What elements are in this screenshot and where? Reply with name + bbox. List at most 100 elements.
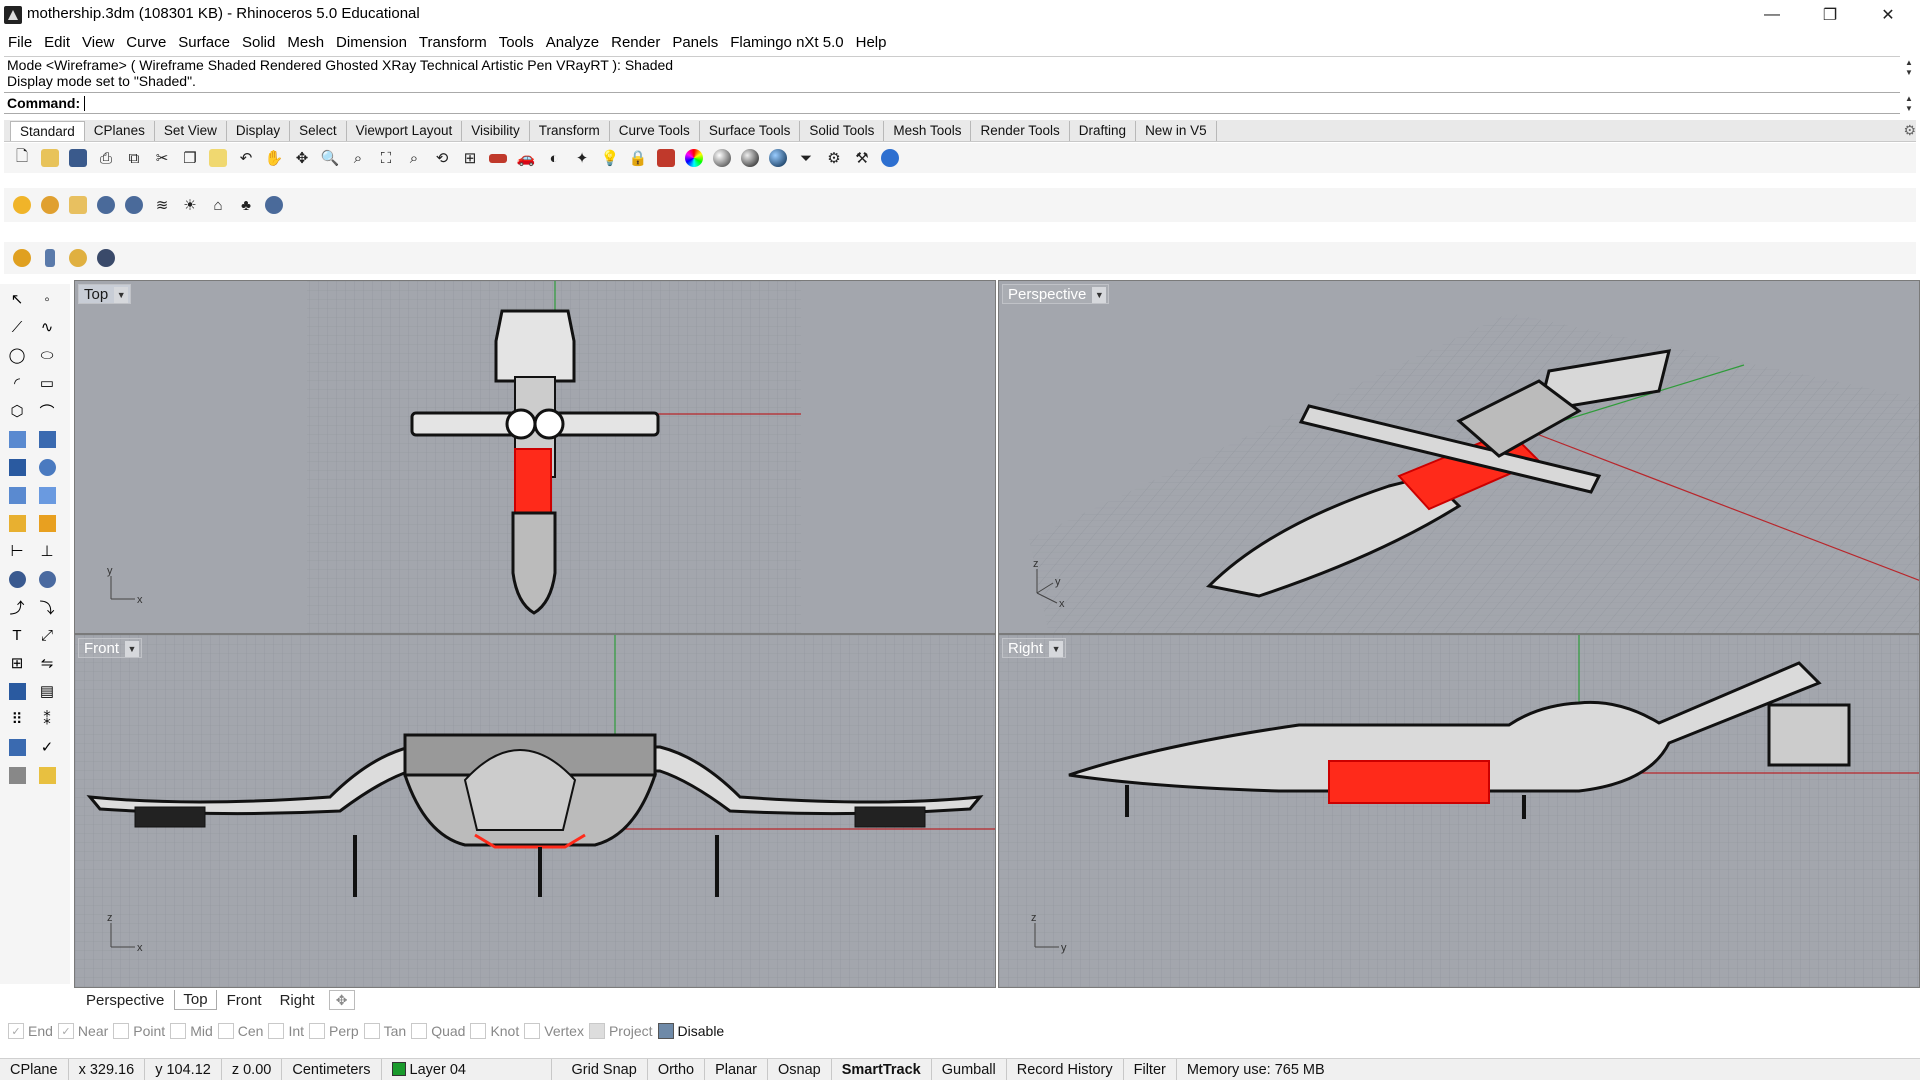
tab-cplanes[interactable]: CPlanes <box>85 121 155 141</box>
menu-dimension[interactable]: Dimension <box>331 34 414 51</box>
checkbox[interactable] <box>309 1023 326 1039</box>
tab-mesh-tools[interactable]: Mesh Tools <box>884 121 972 141</box>
material-icon[interactable] <box>654 146 678 170</box>
lamp-icon[interactable]: ⌂ <box>206 193 230 217</box>
surface-icon[interactable] <box>4 426 30 452</box>
tab-viewport-layout[interactable]: Viewport Layout <box>347 121 463 141</box>
viewport-right-label[interactable]: Right ▼ <box>1002 638 1067 658</box>
curve-icon[interactable]: ∿ <box>34 314 60 340</box>
pan-hand-icon[interactable]: ✋ <box>262 146 286 170</box>
ungroup-icon[interactable] <box>34 566 60 592</box>
status-units[interactable]: Centimeters <box>282 1058 382 1080</box>
menu-mesh[interactable]: Mesh <box>282 34 331 51</box>
chevron-down-icon[interactable]: ▼ <box>1092 287 1107 303</box>
status-cplane[interactable]: CPlane <box>0 1058 69 1080</box>
group-icon[interactable] <box>4 566 30 592</box>
chamfer-icon[interactable]: ⤵ <box>34 594 60 620</box>
explode-icon[interactable]: ⁑ <box>34 706 60 732</box>
help-icon[interactable] <box>878 146 902 170</box>
bottle-icon[interactable] <box>38 246 62 270</box>
shaded-sphere-icon[interactable] <box>710 146 734 170</box>
checkbox[interactable] <box>588 1023 605 1039</box>
osnap-perp[interactable]: Perp <box>309 1023 359 1039</box>
osnap-disable[interactable]: Disable <box>657 1023 724 1039</box>
viewport-tab-front[interactable]: Front <box>219 991 270 1010</box>
checkbox[interactable] <box>470 1023 487 1039</box>
osnap-end[interactable]: ✓ End <box>8 1023 53 1039</box>
round-br-icon[interactable] <box>94 246 118 270</box>
osnap-quad[interactable]: Quad <box>411 1023 465 1039</box>
vray-gear-icon[interactable] <box>38 193 62 217</box>
tab-new-in-v5[interactable]: New in V5 <box>1136 121 1217 141</box>
viewport-right[interactable]: y z Right ▼ <box>998 634 1920 988</box>
vray-tag-icon[interactable] <box>66 193 90 217</box>
options-icon[interactable]: ⚒ <box>850 146 874 170</box>
tab-select[interactable]: Select <box>290 121 347 141</box>
menu-edit[interactable]: Edit <box>39 34 77 51</box>
fillet-icon[interactable]: ⤴ <box>4 594 30 620</box>
select-arrow-icon[interactable]: ↖ <box>4 286 30 312</box>
render-sphere-icon[interactable] <box>738 146 762 170</box>
render-rt-icon[interactable] <box>122 193 146 217</box>
tab-display[interactable]: Display <box>227 121 291 141</box>
open-file-icon[interactable] <box>38 146 62 170</box>
checkbox[interactable] <box>113 1023 130 1039</box>
menu-transform[interactable]: Transform <box>414 34 494 51</box>
mesh-icon[interactable] <box>34 482 60 508</box>
scale-icon[interactable]: ⤢ <box>34 622 60 648</box>
checkbox[interactable] <box>363 1023 380 1039</box>
save-icon[interactable] <box>66 146 90 170</box>
close-button[interactable]: ✕ <box>1860 0 1916 30</box>
ellipse-icon[interactable]: ⬭ <box>34 342 60 368</box>
zoom-extents-icon[interactable]: ⛶ <box>374 146 398 170</box>
zoom-all-icon[interactable]: ⟲ <box>430 146 454 170</box>
hatch-icon[interactable]: ▤ <box>34 678 60 704</box>
chevron-down-icon[interactable]: ▼ <box>1049 641 1064 657</box>
point-icon[interactable]: ◦ <box>34 286 60 312</box>
checkbox[interactable] <box>411 1023 428 1039</box>
viewport-perspective-label[interactable]: Perspective ▼ <box>1002 284 1110 304</box>
material-tool-icon[interactable] <box>34 762 60 788</box>
light-bulb-icon[interactable]: 💡 <box>598 146 622 170</box>
viewport-front-label[interactable]: Front ▼ <box>78 638 143 658</box>
rotate-view-icon[interactable]: ✥ <box>290 146 314 170</box>
undo-icon[interactable]: ↶ <box>234 146 258 170</box>
layer-icon[interactable]: ◐ <box>542 146 566 170</box>
render-tool-icon[interactable] <box>4 762 30 788</box>
rectangle-icon[interactable]: ▭ <box>34 370 60 396</box>
color-wheel-icon[interactable] <box>682 146 706 170</box>
tab-set-view[interactable]: Set View <box>155 121 227 141</box>
grid-array-icon[interactable]: ⠿ <box>4 706 30 732</box>
osnap-knot[interactable]: Knot <box>470 1023 519 1039</box>
maxwell-m-icon[interactable] <box>10 193 34 217</box>
box-icon[interactable] <box>4 454 30 480</box>
help-icon[interactable] <box>262 193 286 217</box>
checkbox[interactable]: ✓ <box>57 1023 74 1039</box>
viewport-front[interactable]: x z Front ▼ <box>74 634 996 988</box>
osnap-vertex[interactable]: Vertex <box>524 1023 584 1039</box>
menu-file[interactable]: File <box>3 34 39 51</box>
cut-icon[interactable]: ✂ <box>150 146 174 170</box>
blue-sphere-icon[interactable] <box>766 146 790 170</box>
tab-standard[interactable]: Standard <box>10 121 85 141</box>
menu-tools[interactable]: Tools <box>494 34 541 51</box>
spotlight-icon[interactable] <box>34 510 60 536</box>
object-snap-icon[interactable]: ✦ <box>570 146 594 170</box>
round-m-icon[interactable] <box>66 246 90 270</box>
menu-solid[interactable]: Solid <box>237 34 282 51</box>
toggle-planar[interactable]: Planar <box>705 1058 768 1080</box>
surface-edge-icon[interactable] <box>34 426 60 452</box>
zoom-in-icon[interactable]: 🔍 <box>318 146 342 170</box>
render-r-icon[interactable] <box>94 193 118 217</box>
menu-view[interactable]: View <box>77 34 121 51</box>
tab-visibility[interactable]: Visibility <box>462 121 530 141</box>
chevron-down-icon[interactable]: ▼ <box>125 641 140 657</box>
toggle-smarttrack[interactable]: SmartTrack <box>832 1058 932 1080</box>
chevron-down-icon[interactable]: ▼ <box>114 287 129 303</box>
four-viewports-icon[interactable]: ⊞ <box>458 146 482 170</box>
viewport-top-label[interactable]: Top ▼ <box>78 284 132 304</box>
light-icon[interactable] <box>4 510 30 536</box>
toggle-osnap[interactable]: Osnap <box>768 1058 832 1080</box>
menu-flamingo[interactable]: Flamingo nXt 5.0 <box>725 34 850 51</box>
osnap-mid[interactable]: Mid <box>170 1023 213 1039</box>
